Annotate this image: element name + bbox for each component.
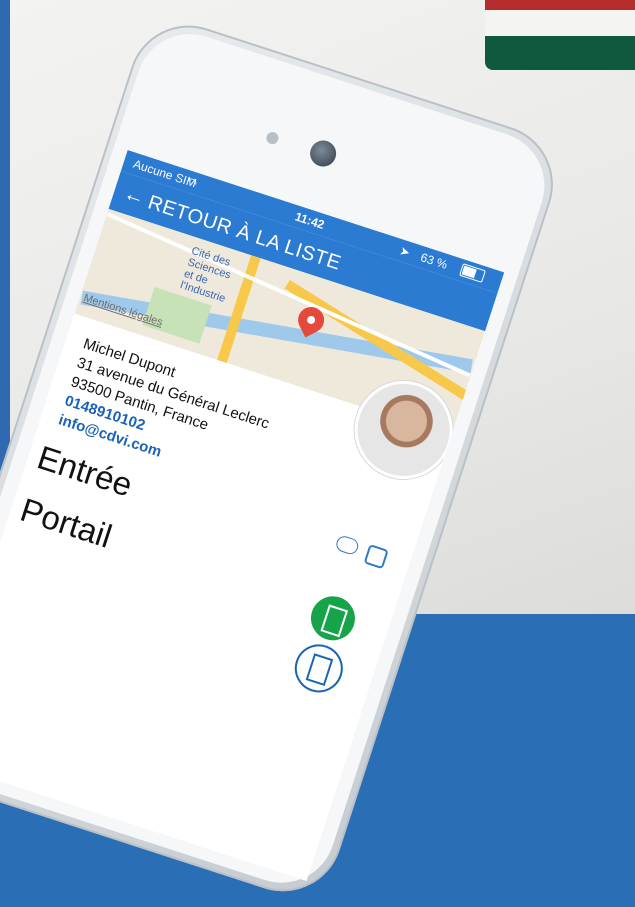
map-poi-label: Cité des Sciences et de l'Industrie [179,245,238,305]
door-portail: Portail [16,490,117,555]
back-arrow-icon[interactable]: ← [120,182,148,211]
book-cover [485,0,635,10]
battery-icon [459,263,486,283]
location-arrow-icon: ➤ [397,243,412,260]
contact-actions [333,534,389,570]
book [485,0,635,70]
door-closed-icon[interactable] [288,638,350,699]
call-icon[interactable] [363,544,389,570]
chat-icon[interactable] [334,534,361,557]
door-open-icon[interactable] [305,590,361,647]
